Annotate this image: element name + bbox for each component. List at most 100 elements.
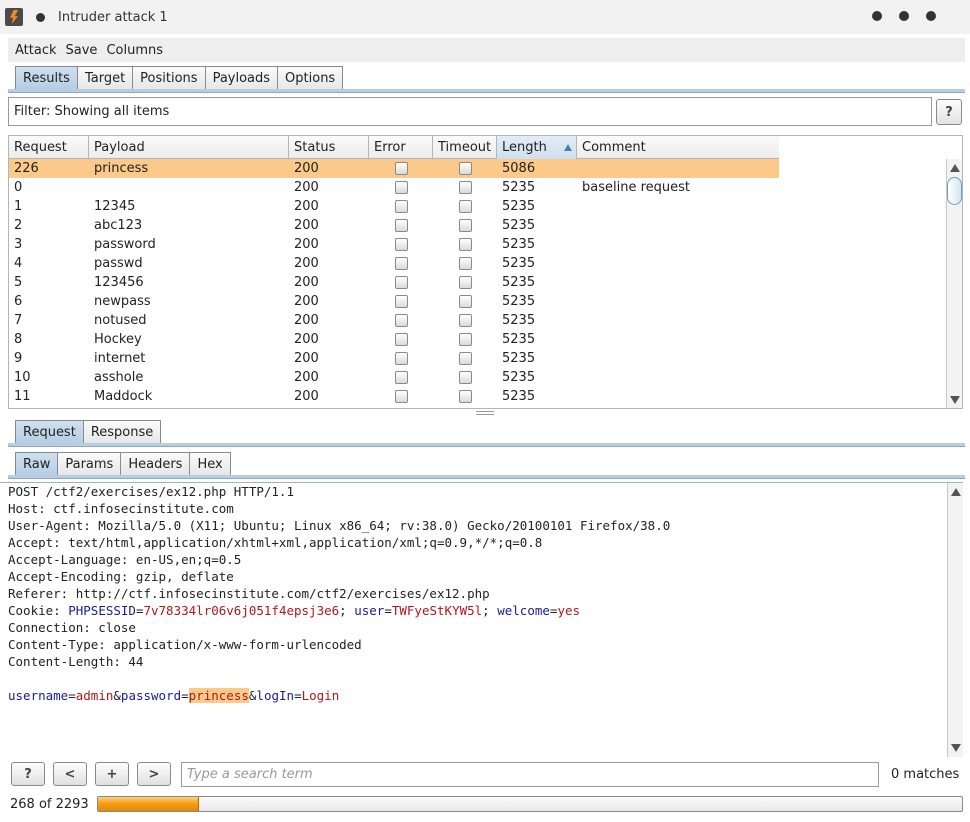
- table-row[interactable]: 2 abc123 200 5235: [9, 216, 779, 235]
- col-request[interactable]: Request: [9, 136, 89, 159]
- cell-comment: [577, 349, 779, 368]
- editor-scroll-up-icon[interactable]: [951, 488, 961, 496]
- cell-request: 4: [14, 256, 23, 271]
- error-checkbox[interactable]: [394, 390, 408, 403]
- menu-attack[interactable]: Attack: [15, 43, 57, 58]
- timeout-checkbox[interactable]: [458, 219, 472, 232]
- window-menu-dot-icon[interactable]: [36, 12, 45, 22]
- col-timeout[interactable]: Timeout: [433, 136, 497, 159]
- error-checkbox[interactable]: [394, 238, 408, 251]
- search-next-button[interactable]: >: [137, 762, 171, 786]
- sort-ascending-icon: [564, 144, 572, 151]
- col-length[interactable]: Length: [497, 136, 577, 159]
- timeout-checkbox[interactable]: [458, 162, 472, 175]
- error-checkbox[interactable]: [394, 333, 408, 346]
- raw-request-editor[interactable]: POST /ctf2/exercises/ex12.php HTTP/1.1 H…: [0, 482, 963, 758]
- cell-request: 8: [14, 332, 23, 347]
- error-checkbox[interactable]: [394, 314, 408, 327]
- error-checkbox[interactable]: [394, 371, 408, 384]
- timeout-checkbox[interactable]: [458, 181, 472, 194]
- cell-length: 5235: [502, 256, 536, 271]
- search-help-button[interactable]: ?: [11, 762, 45, 786]
- timeout-checkbox[interactable]: [458, 390, 472, 403]
- search-prev-button[interactable]: <: [53, 762, 87, 786]
- error-checkbox[interactable]: [394, 352, 408, 365]
- maximize-button[interactable]: [899, 11, 909, 21]
- scroll-up-icon[interactable]: [950, 164, 960, 172]
- filter-bar[interactable]: Filter: Showing all items: [8, 97, 932, 126]
- cell-request: 5: [14, 275, 23, 290]
- scroll-down-icon[interactable]: [950, 396, 960, 404]
- table-row[interactable]: 9 internet 200 5235: [9, 349, 779, 368]
- table-row[interactable]: 3 password 200 5235: [9, 235, 779, 254]
- cell-timeout: [433, 216, 497, 235]
- detail-tab-underline: [8, 443, 965, 447]
- table-row[interactable]: 8 Hockey 200 5235: [9, 330, 779, 349]
- table-header: Request Payload Status Error Timeout Len…: [9, 136, 779, 159]
- tab-response[interactable]: Response: [82, 420, 162, 444]
- raw-request-text[interactable]: POST /ctf2/exercises/ex12.php HTTP/1.1 H…: [0, 483, 963, 704]
- cell-payload: 123456: [94, 275, 144, 290]
- cell-status: 200: [294, 370, 319, 385]
- tab-headers[interactable]: Headers: [120, 452, 191, 476]
- tab-raw[interactable]: Raw: [15, 452, 59, 476]
- timeout-checkbox[interactable]: [458, 371, 472, 384]
- editor-scrollbar[interactable]: [947, 483, 963, 757]
- timeout-checkbox[interactable]: [458, 314, 472, 327]
- tab-params[interactable]: Params: [57, 452, 122, 476]
- error-checkbox[interactable]: [394, 200, 408, 213]
- timeout-checkbox[interactable]: [458, 200, 472, 213]
- cell-payload: internet: [94, 351, 146, 366]
- table-scrollbar[interactable]: [946, 159, 962, 408]
- cell-request: 0: [14, 180, 23, 195]
- table-row[interactable]: 7 notused 200 5235: [9, 311, 779, 330]
- menu-save[interactable]: Save: [66, 43, 98, 58]
- cell-length: 5235: [502, 180, 536, 195]
- timeout-checkbox[interactable]: [458, 295, 472, 308]
- timeout-checkbox[interactable]: [458, 238, 472, 251]
- cell-timeout: [433, 311, 497, 330]
- table-row[interactable]: 5 123456 200 5235: [9, 273, 779, 292]
- tab-payloads[interactable]: Payloads: [204, 66, 279, 90]
- timeout-checkbox[interactable]: [458, 257, 472, 270]
- error-checkbox[interactable]: [394, 295, 408, 308]
- filter-help-button[interactable]: ?: [936, 99, 962, 125]
- tab-target[interactable]: Target: [76, 66, 134, 90]
- table-row[interactable]: 0 200 5235 baseline request: [9, 178, 779, 197]
- error-checkbox[interactable]: [394, 276, 408, 289]
- tab-hex[interactable]: Hex: [189, 452, 231, 476]
- table-row[interactable]: 6 newpass 200 5235: [9, 292, 779, 311]
- timeout-checkbox[interactable]: [458, 352, 472, 365]
- cell-status: 200: [294, 218, 319, 233]
- cell-status: 200: [294, 237, 319, 252]
- timeout-checkbox[interactable]: [458, 333, 472, 346]
- error-checkbox[interactable]: [394, 181, 408, 194]
- table-row[interactable]: 1 12345 200 5235: [9, 197, 779, 216]
- timeout-checkbox[interactable]: [458, 276, 472, 289]
- table-row[interactable]: 226 princess 200 5086: [9, 159, 779, 178]
- col-payload[interactable]: Payload: [89, 136, 289, 159]
- error-checkbox[interactable]: [394, 219, 408, 232]
- table-row[interactable]: 10 asshole 200 5235: [9, 368, 779, 387]
- tab-options[interactable]: Options: [277, 66, 344, 90]
- table-row[interactable]: 4 passwd 200 5235: [9, 254, 779, 273]
- col-status[interactable]: Status: [289, 136, 369, 159]
- error-checkbox[interactable]: [394, 257, 408, 270]
- close-button[interactable]: [926, 11, 936, 21]
- col-error[interactable]: Error: [369, 136, 433, 159]
- minimize-button[interactable]: [872, 11, 882, 21]
- error-checkbox[interactable]: [394, 162, 408, 175]
- tab-results[interactable]: Results: [15, 66, 78, 90]
- table-row[interactable]: 11 Maddock 200 5235: [9, 387, 779, 406]
- col-comment[interactable]: Comment: [577, 136, 779, 159]
- tab-request[interactable]: Request: [15, 420, 84, 444]
- search-input[interactable]: [181, 762, 879, 787]
- scroll-thumb[interactable]: [947, 177, 962, 205]
- menu-columns[interactable]: Columns: [106, 43, 163, 58]
- tab-positions[interactable]: Positions: [132, 66, 206, 90]
- split-pane-handle[interactable]: [476, 411, 494, 415]
- cell-payload: notused: [94, 313, 147, 328]
- search-add-button[interactable]: +: [95, 762, 129, 786]
- cell-error: [369, 311, 433, 330]
- editor-scroll-down-icon[interactable]: [951, 744, 961, 752]
